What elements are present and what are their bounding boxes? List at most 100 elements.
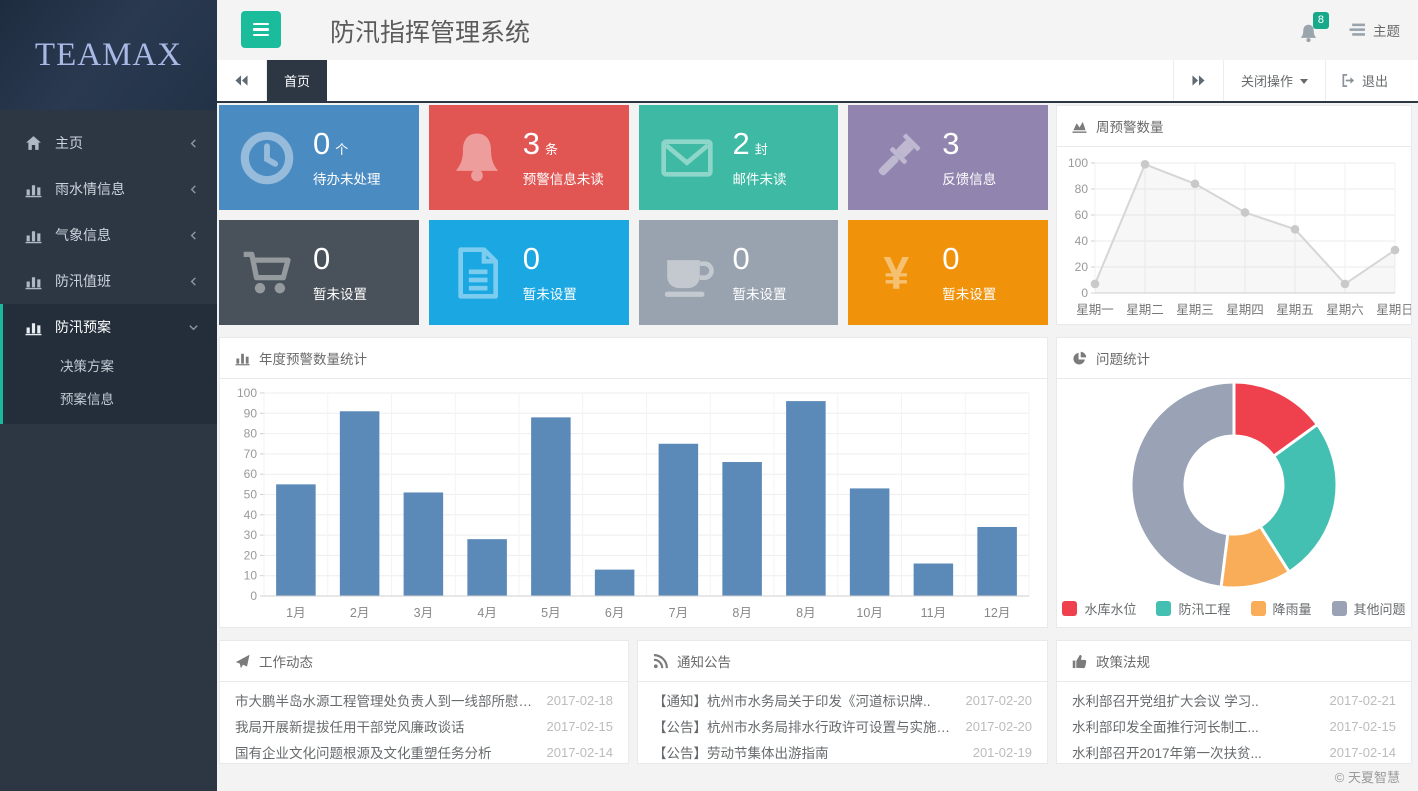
svg-text:2月: 2月 [350, 606, 369, 620]
list-item-title: 水利部印发全面推行河长制工... [1072, 716, 1318, 736]
cart-icon [239, 245, 295, 301]
stat-value: 2 [733, 126, 750, 161]
list-item[interactable]: 水利部召开2017年第一次扶贫...2017-02-14 [1057, 739, 1411, 765]
paper-plane-icon [235, 654, 250, 669]
area-chart-icon [1072, 119, 1087, 134]
legend-item[interactable]: 降雨量 [1251, 599, 1312, 618]
legend-swatch [1156, 601, 1171, 616]
news-list: 【通知】杭州市水务局关于印发《河道标识牌..2017-02-20【公告】杭州市水… [638, 682, 1047, 765]
stat-card-warnings[interactable]: 3条 预警信息未读 [429, 105, 629, 210]
annual-warnings-panel: 年度预警数量统计 01020304050607080901001月2月3月4月5… [219, 337, 1048, 628]
stat-card-unset-2[interactable]: 0 暂未设置 [429, 220, 629, 325]
tabs-scroll-right-button[interactable] [1173, 60, 1223, 101]
sidebar-item-rainwater[interactable]: 雨水情信息 [0, 166, 217, 212]
svg-text:12月: 12月 [984, 606, 1010, 620]
list-item-date: 2017-02-21 [1330, 693, 1397, 708]
close-operations-dropdown[interactable]: 关闭操作 [1223, 60, 1325, 101]
stat-label: 待办未处理 [313, 168, 381, 188]
exit-button[interactable]: 退出 [1325, 60, 1418, 101]
stat-label: 暂未设置 [523, 283, 577, 303]
sidebar-subitem-plan-info[interactable]: 预案信息 [3, 383, 217, 416]
bar-chart-icon [25, 273, 42, 290]
bar-chart-icon [25, 319, 42, 336]
list-item[interactable]: 【公告】劳动节集体出游指南201-02-19 [638, 739, 1047, 765]
bar-chart-icon [25, 181, 42, 198]
sidebar-subitem-decision[interactable]: 决策方案 [3, 350, 217, 383]
list-item-title: 市大鹏半岛水源工程管理处负责人到一线部所慰问新春 [235, 690, 535, 710]
svg-text:50: 50 [244, 488, 258, 502]
legend-label: 水库水位 [1084, 599, 1136, 618]
panel-title: 年度预警数量统计 [259, 348, 367, 368]
list-item-date: 201-02-19 [973, 745, 1032, 760]
annual-bar-chart: 01020304050607080901001月2月3月4月5月6月7月8月8月… [220, 379, 1047, 626]
stat-card-mail[interactable]: 2封 邮件未读 [639, 105, 839, 210]
close-operations-label: 关闭操作 [1241, 71, 1293, 90]
tabs-scroll-left-button[interactable] [217, 60, 267, 101]
svg-text:11月: 11月 [921, 606, 946, 620]
stat-cards: 0个 待办未处理 3条 预警信息未读 [219, 105, 1048, 325]
stat-label: 邮件未读 [733, 168, 787, 188]
list-item[interactable]: 国有企业文化问题根源及文化重塑任务分析2017-02-14 [220, 739, 628, 765]
stat-value: 0 [523, 241, 540, 276]
list-item-date: 2017-02-15 [1330, 719, 1397, 734]
stat-card-unset-4[interactable]: ¥ 0 暂未设置 [848, 220, 1048, 325]
panel-title: 通知公告 [677, 651, 731, 671]
sign-out-icon [1341, 73, 1356, 88]
sidebar-item-home[interactable]: 主页 [0, 120, 217, 166]
svg-text:0: 0 [250, 589, 257, 603]
double-chevron-left-icon [234, 74, 249, 87]
page-title: 防汛指挥管理系统 [330, 13, 530, 49]
sidebar-item-duty[interactable]: 防汛值班 [0, 258, 217, 304]
coffee-icon [659, 245, 715, 301]
list-item-date: 2017-02-15 [547, 719, 614, 734]
stat-label: 反馈信息 [942, 168, 996, 188]
weekly-line-chart: 020406080100星期一星期二星期三星期四星期五星期六星期日 [1057, 147, 1411, 323]
sidebar-item-weather[interactable]: 气象信息 [0, 212, 217, 258]
sidebar-menu: 主页 雨水情信息 气象信息 [0, 110, 217, 424]
legend-label: 降雨量 [1273, 599, 1312, 618]
weekly-warnings-panel: 周预警数量 020406080100星期一星期二星期三星期四星期五星期六星期日 [1056, 105, 1412, 325]
list-item-date: 2017-02-14 [547, 745, 614, 760]
stat-value: 0 [942, 241, 959, 276]
logo: TEAMAX [0, 0, 217, 110]
sidebar: TEAMAX 主页 雨水情信息 气象信息 [0, 0, 217, 791]
stat-value: 3 [942, 126, 959, 161]
svg-text:0: 0 [1081, 286, 1088, 300]
double-chevron-right-icon [1191, 74, 1206, 87]
svg-text:100: 100 [237, 386, 257, 400]
exit-label: 退出 [1362, 71, 1388, 90]
home-icon [25, 135, 42, 152]
list-item[interactable]: 水利部召开党组扩大会议 学习..2017-02-21 [1057, 687, 1411, 713]
panel-title: 周预警数量 [1096, 116, 1164, 136]
logo-text: TEAMAX [35, 37, 182, 74]
svg-text:4月: 4月 [477, 606, 496, 620]
svg-text:星期日: 星期日 [1376, 303, 1411, 317]
stat-card-unset-1[interactable]: 0 暂未设置 [219, 220, 419, 325]
notifications-button[interactable]: 8 [1298, 23, 1319, 44]
legend-swatch [1332, 601, 1347, 616]
stat-card-unset-3[interactable]: 0 暂未设置 [639, 220, 839, 325]
main-content: 0个 待办未处理 3条 预警信息未读 [219, 105, 1412, 764]
tab-home[interactable]: 首页 [267, 60, 327, 101]
legend-item[interactable]: 水库水位 [1062, 599, 1136, 618]
list-item[interactable]: 【通知】杭州市水务局关于印发《河道标识牌..2017-02-20 [638, 687, 1047, 713]
svg-text:6月: 6月 [605, 606, 624, 620]
stat-card-feedback[interactable]: 3 反馈信息 [848, 105, 1048, 210]
legend-item[interactable]: 其他问题 [1332, 599, 1406, 618]
theme-button[interactable]: 主题 [1349, 20, 1400, 40]
list-item[interactable]: 我局开展新提拔任用干部党风廉政谈话2017-02-15 [220, 713, 628, 739]
menu-toggle-button[interactable] [241, 11, 281, 48]
list-item[interactable]: 【公告】杭州市水务局排水行政许可设置与实施优..2017-02-20 [638, 713, 1047, 739]
list-item[interactable]: 市大鹏半岛水源工程管理处负责人到一线部所慰问新春2017-02-18 [220, 687, 628, 713]
work-news-panel: 工作动态 市大鹏半岛水源工程管理处负责人到一线部所慰问新春2017-02-18我… [219, 640, 629, 764]
stat-value: 0 [733, 241, 750, 276]
yen-icon: ¥ [868, 245, 924, 301]
legend-item[interactable]: 防汛工程 [1156, 599, 1230, 618]
stat-card-todo[interactable]: 0个 待办未处理 [219, 105, 419, 210]
svg-text:星期五: 星期五 [1276, 303, 1314, 317]
list-item[interactable]: 水利部印发全面推行河长制工... 2017-02-15 [1057, 713, 1411, 739]
sidebar-item-flood-plans[interactable]: 防汛预案 [3, 304, 217, 350]
stat-label: 暂未设置 [313, 283, 367, 303]
svg-text:10: 10 [244, 569, 258, 583]
svg-text:20: 20 [244, 548, 258, 562]
